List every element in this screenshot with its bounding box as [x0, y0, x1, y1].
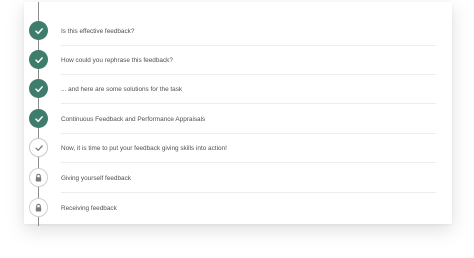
step-item-6[interactable]: Giving yourself feedback	[24, 164, 452, 193]
step-label: Continuous Feedback and Performance Appr…	[61, 116, 206, 123]
lock-icon	[29, 168, 48, 187]
step-label: How could you rephrase this feedback?	[61, 57, 173, 64]
step-label: Now, it is time to put your feedback giv…	[61, 145, 227, 152]
step-item-5[interactable]: Now, it is time to put your feedback giv…	[24, 134, 452, 163]
step-item-1[interactable]: Is this effective feedback?	[24, 17, 452, 46]
step-item-2[interactable]: How could you rephrase this feedback?	[24, 46, 452, 75]
check-icon	[29, 138, 48, 157]
step-label: Receiving feedback	[61, 205, 117, 212]
step-item-4[interactable]: Continuous Feedback and Performance Appr…	[24, 105, 452, 134]
check-icon	[29, 50, 48, 69]
step-item-7[interactable]: Receiving feedback	[24, 194, 452, 223]
step-label: ... and here are some solutions for the …	[61, 86, 183, 93]
check-icon	[29, 109, 48, 128]
divider	[61, 103, 436, 104]
lock-icon	[29, 198, 48, 217]
check-icon	[29, 79, 48, 98]
step-item-3[interactable]: ... and here are some solutions for the …	[24, 75, 452, 104]
divider	[61, 192, 436, 193]
divider	[61, 162, 436, 163]
step-label: Is this effective feedback?	[61, 28, 135, 35]
check-icon	[29, 21, 48, 40]
step-label: Giving yourself feedback	[61, 175, 131, 182]
